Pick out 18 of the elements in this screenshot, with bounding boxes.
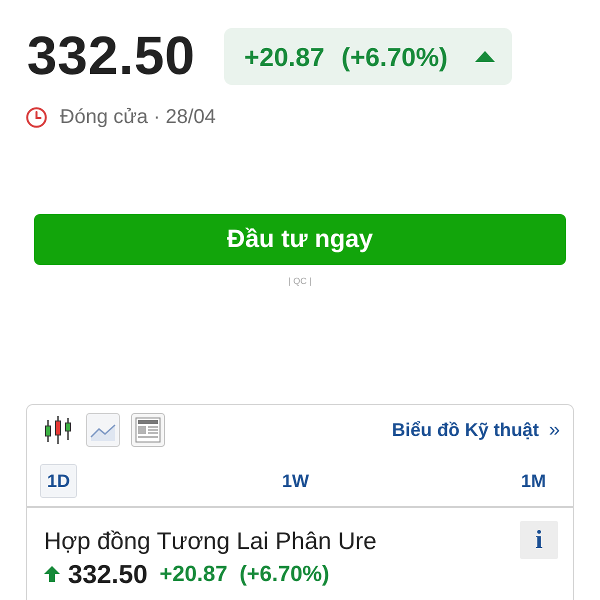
- timeframe-tab[interactable]: 1W: [275, 464, 316, 498]
- technical-chart-link[interactable]: Biểu đồ Kỹ thuật »: [392, 418, 560, 442]
- line-chart-icon[interactable]: [86, 413, 120, 447]
- candlestick-chart-icon[interactable]: [44, 416, 72, 444]
- change-value: +20.87: [244, 42, 324, 72]
- instrument-change: +20.87: [160, 560, 228, 588]
- info-button[interactable]: i: [520, 521, 558, 559]
- instrument-name: Hợp đồng Tương Lai Phân Ure: [44, 528, 377, 556]
- timeframe-tab[interactable]: 1M: [514, 464, 553, 498]
- instrument-change-percent: (+6.70%): [239, 560, 330, 588]
- instrument-price: 332.50: [68, 559, 148, 589]
- news-layout-icon[interactable]: [131, 413, 165, 447]
- market-status-text: Đóng cửa · 28/04: [60, 106, 216, 128]
- clock-icon: [26, 106, 47, 128]
- ad-label: | QC |: [288, 276, 312, 287]
- change-percent: (+6.70%): [341, 42, 448, 72]
- price-value: 332.50: [27, 28, 196, 85]
- timeframe-tab[interactable]: 1D: [40, 464, 78, 498]
